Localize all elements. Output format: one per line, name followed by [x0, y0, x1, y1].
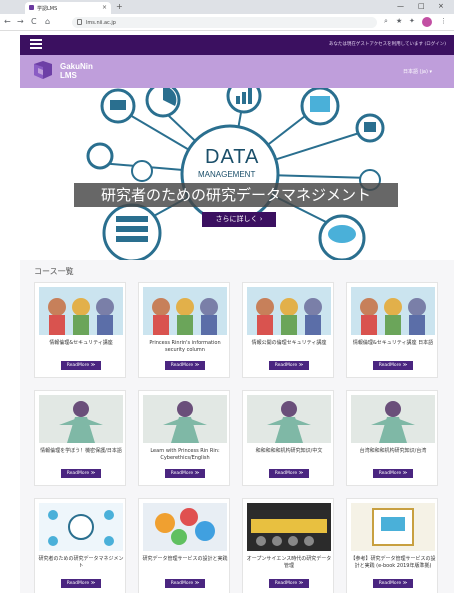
course-title[interactable]: 情報倫理&セキュリティ講座: [38, 340, 124, 347]
read-more-button[interactable]: ReadMore ≫: [165, 469, 205, 478]
minimize-button[interactable]: —: [397, 2, 404, 10]
logo-line-2: LMS: [60, 71, 77, 80]
read-more-button[interactable]: ReadMore ≫: [373, 469, 413, 478]
course-card[interactable]: 研究者のための研究データマネジメント ReadMore ≫: [34, 498, 126, 593]
hero-more-button[interactable]: さらに詳しく ›: [202, 212, 276, 227]
read-more-button[interactable]: ReadMore ≫: [165, 579, 205, 588]
course-thumbnail[interactable]: [351, 395, 435, 443]
maximize-button[interactable]: □: [418, 2, 425, 10]
course-card[interactable]: 情報倫理&セキュリティ講座 ReadMore ≫: [34, 282, 126, 378]
course-card[interactable]: Princess Rinrin's information security c…: [138, 282, 230, 378]
read-more-button[interactable]: ReadMore ≫: [165, 361, 205, 370]
tab-close-icon[interactable]: ×: [102, 4, 107, 11]
search-icon[interactable]: ⌕: [384, 17, 388, 26]
lock-icon: [77, 19, 82, 25]
course-title[interactable]: 情報倫理を学ぼう！機密保護/日本語: [38, 448, 124, 455]
course-thumbnail[interactable]: [143, 287, 227, 335]
course-thumbnail[interactable]: [351, 503, 435, 551]
read-more-button[interactable]: ReadMore ≫: [61, 579, 101, 588]
read-more-button[interactable]: ReadMore ≫: [61, 469, 101, 478]
course-thumbnail[interactable]: [247, 287, 331, 335]
course-card[interactable]: 和和和和和机构研究知识/中文 ReadMore ≫: [242, 390, 334, 486]
logo-line-1: GakuNin: [60, 62, 93, 71]
browser-tab-strip: 学認LMS × + — □ ×: [0, 0, 454, 14]
course-title[interactable]: 情報倫理&セキュリティ講座 日本語: [350, 340, 436, 347]
course-thumbnail[interactable]: [351, 287, 435, 335]
course-card[interactable]: 研究データ管理サービスの設計と実践 ReadMore ≫: [138, 498, 230, 593]
course-thumbnail[interactable]: [39, 503, 123, 551]
course-list-heading: コース一覧: [34, 267, 74, 276]
address-url: lms.nii.ac.jp: [86, 20, 116, 26]
hero-slider: DATA MANAGEMENT 研究者のための研究データマネジメント さらに詳し…: [20, 88, 454, 260]
browser-tab[interactable]: 学認LMS ×: [25, 2, 111, 14]
course-thumbnail[interactable]: [247, 395, 331, 443]
hamburger-menu-icon[interactable]: [30, 39, 42, 49]
close-window-button[interactable]: ×: [438, 2, 444, 10]
brand-header: GakuNin LMS 日本語 (ja) ▾: [20, 55, 454, 88]
course-thumbnail[interactable]: [247, 503, 331, 551]
course-title[interactable]: 研究データ管理サービスの設計と実践: [142, 556, 228, 563]
graphic-data-word: DATA: [205, 146, 260, 168]
graphic-management-word: MANAGEMENT: [198, 170, 256, 179]
course-card[interactable]: オープンサイエンス時代の研究データ管理 ReadMore ≫: [242, 498, 334, 593]
course-title[interactable]: 情報公開の倫理セキュリティ講座: [246, 340, 332, 347]
course-list-section: コース一覧 情報倫理&セキュリティ講座 ReadMore ≫ Princess Ri…: [20, 260, 454, 593]
address-bar[interactable]: lms.nii.ac.jp: [72, 17, 377, 28]
course-thumbnail[interactable]: [39, 395, 123, 443]
bookmark-star-icon[interactable]: ★: [396, 17, 402, 25]
course-card[interactable]: 台湾和和和机构研究知识/台湾 ReadMore ≫: [346, 390, 438, 486]
course-title[interactable]: Princess Rinrin's information security c…: [142, 340, 228, 354]
site-top-bar: あなたは現在ゲストアクセスを利用しています (ログイン): [20, 35, 454, 55]
read-more-button[interactable]: ReadMore ≫: [269, 579, 309, 588]
language-selector[interactable]: 日本語 (ja) ▾: [403, 68, 432, 75]
back-arrow-icon[interactable]: ←: [4, 17, 11, 26]
course-card[interactable]: 情報倫理&セキュリティ講座 日本語 ReadMore ≫: [346, 282, 438, 378]
extensions-icon[interactable]: ✦: [409, 17, 415, 25]
read-more-button[interactable]: ReadMore ≫: [269, 361, 309, 370]
home-icon[interactable]: ⌂: [45, 17, 50, 26]
course-thumbnail[interactable]: [143, 503, 227, 551]
profile-avatar[interactable]: [422, 17, 432, 27]
course-title[interactable]: オープンサイエンス時代の研究データ管理: [246, 556, 332, 570]
read-more-button[interactable]: ReadMore ≫: [373, 361, 413, 370]
course-title[interactable]: 研究者のための研究データマネジメント: [38, 556, 124, 570]
read-more-button[interactable]: ReadMore ≫: [269, 469, 309, 478]
site-favicon-icon: [29, 5, 34, 10]
course-title[interactable]: 和和和和和机构研究知识/中文: [246, 448, 332, 455]
tab-title: 学認LMS: [37, 6, 58, 12]
site-logo-text[interactable]: GakuNin LMS: [60, 62, 93, 80]
course-title[interactable]: Learn with Princess Rin Rin: Cyberethics…: [142, 448, 228, 462]
read-more-button[interactable]: ReadMore ≫: [373, 579, 413, 588]
course-card[interactable]: 情報公開の倫理セキュリティ講座 ReadMore ≫: [242, 282, 334, 378]
course-card[interactable]: Learn with Princess Rin Rin: Cyberethics…: [138, 390, 230, 486]
read-more-button[interactable]: ReadMore ≫: [61, 361, 101, 370]
course-card[interactable]: 【参考】研究データ管理サービスの設計と実践 (e-book 2019年版準拠) R…: [346, 498, 438, 593]
course-thumbnail[interactable]: [143, 395, 227, 443]
gakunin-logo-icon[interactable]: [32, 61, 54, 81]
course-title[interactable]: 台湾和和和机构研究知识/台湾: [350, 448, 436, 455]
course-title[interactable]: 【参考】研究データ管理サービスの設計と実践 (e-book 2019年版準拠): [350, 556, 436, 570]
hero-title: 研究者のための研究データマネジメント: [74, 183, 398, 207]
guest-access-notice[interactable]: あなたは現在ゲストアクセスを利用しています (ログイン): [329, 41, 446, 47]
browser-toolbar: ← → C ⌂ lms.nii.ac.jp ⌕ ★ ✦ ⋮: [0, 14, 454, 31]
course-card[interactable]: 情報倫理を学ぼう！機密保護/日本語 ReadMore ≫: [34, 390, 126, 486]
reload-icon[interactable]: C: [31, 17, 37, 26]
new-tab-button[interactable]: +: [116, 2, 123, 11]
menu-dots-icon[interactable]: ⋮: [440, 17, 447, 25]
forward-arrow-icon[interactable]: →: [17, 17, 24, 26]
course-thumbnail[interactable]: [39, 287, 123, 335]
